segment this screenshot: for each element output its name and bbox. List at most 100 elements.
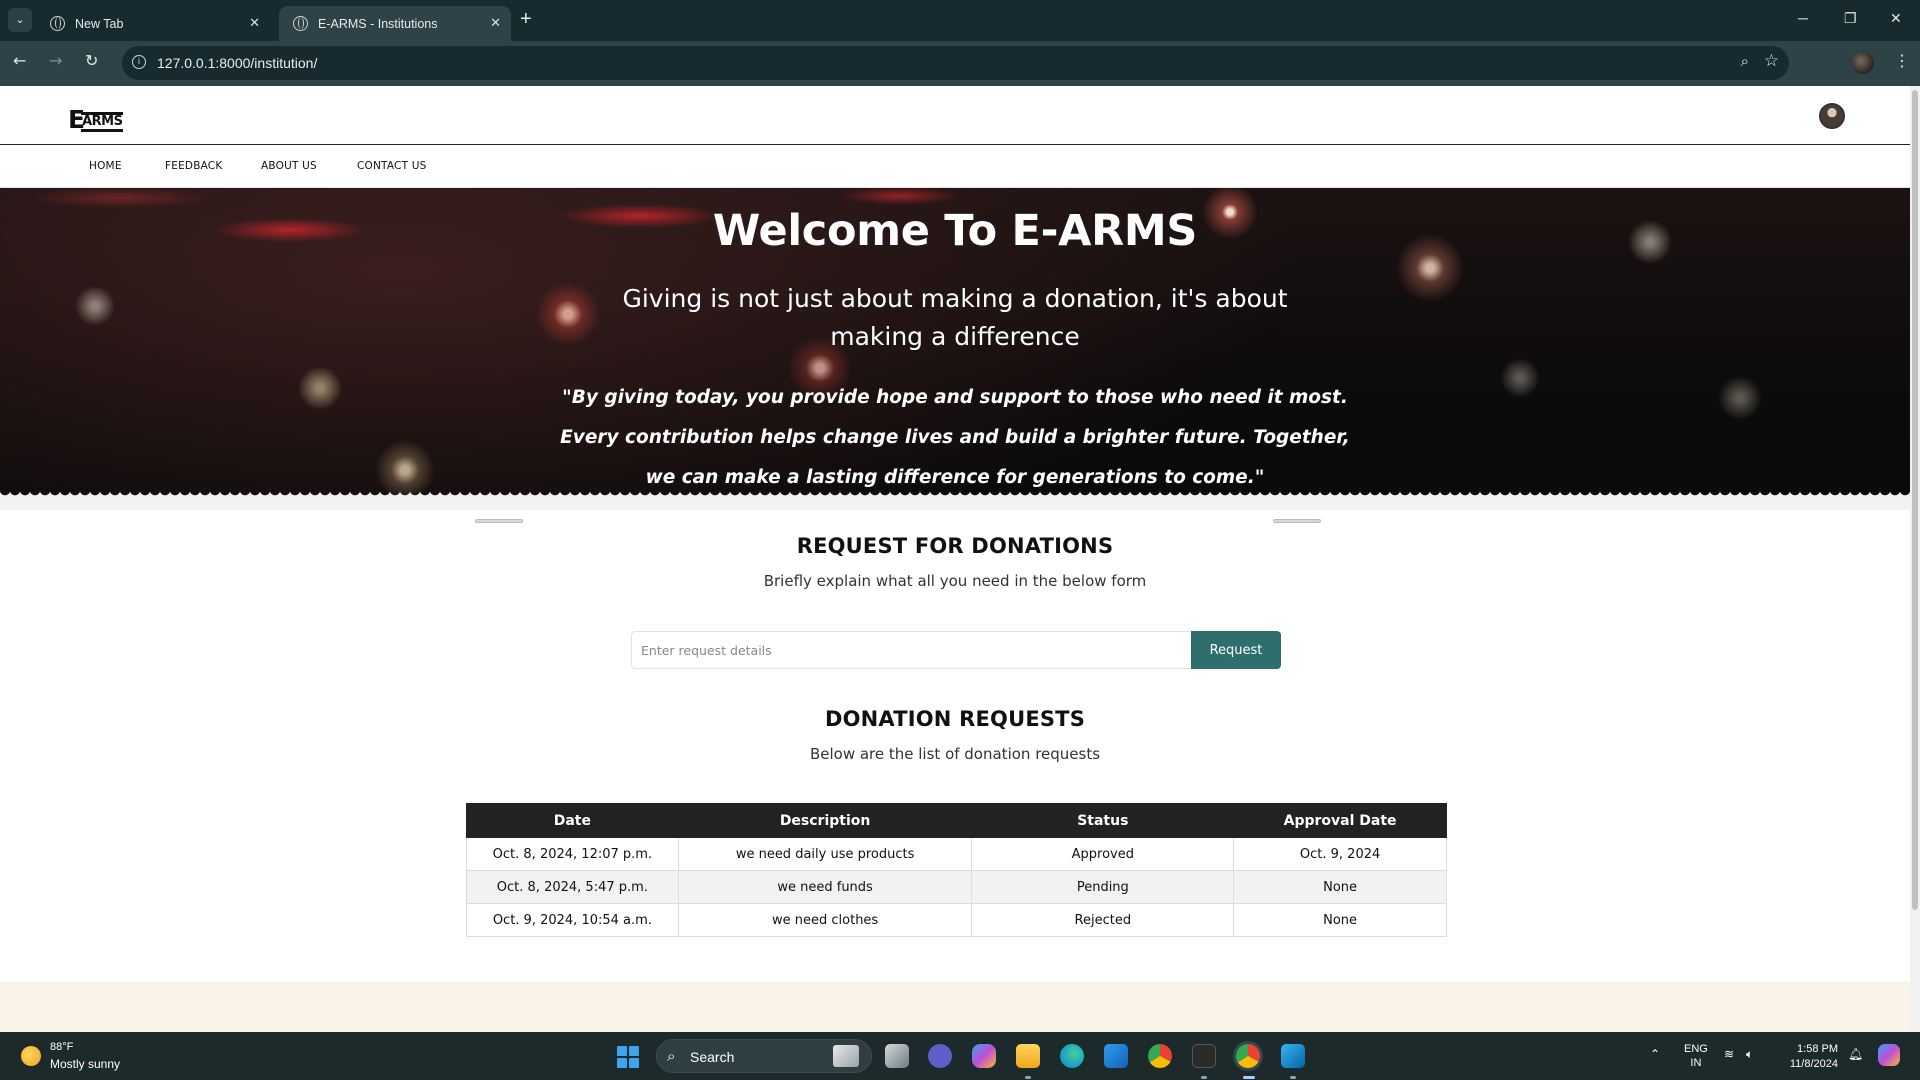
notification-bell-icon[interactable]: 🔔︎ (1848, 1047, 1863, 1061)
language-code: ENG (1684, 1043, 1708, 1055)
hero-quote: "By giving today, you provide hope and s… (560, 387, 1350, 488)
carousel-handle-right (1273, 519, 1321, 523)
table-row: Oct. 9, 2024, 10:54 a.m. we need clothes… (466, 903, 1447, 937)
nav-home[interactable]: HOME (89, 160, 122, 172)
running-indicator (1290, 1076, 1296, 1079)
hero-title: Welcome To E-ARMS (712, 206, 1198, 256)
table-header-row: Date Description Status Approval Date (466, 803, 1447, 838)
url-text[interactable]: 127.0.0.1:8000/institution/ (157, 55, 317, 71)
cell-status: Rejected (971, 903, 1235, 937)
request-details-input[interactable] (631, 631, 1191, 669)
edge-icon[interactable] (1060, 1044, 1084, 1068)
cell-status: Approved (971, 837, 1235, 871)
close-tab-icon[interactable]: ✕ (249, 15, 260, 31)
tab-title: New Tab (75, 16, 124, 31)
cell-description: we need clothes (677, 903, 973, 937)
taskbar-search[interactable]: ⌕ Search (656, 1039, 872, 1073)
cell-status: Pending (971, 870, 1235, 904)
close-window-icon[interactable]: ✕ (1890, 10, 1902, 27)
cell-approval-date: None (1233, 903, 1447, 937)
browser-tab-strip: ⌄ New Tab ✕ E-ARMS - Institutions ✕ + ─ … (0, 0, 1920, 41)
tab-e-arms-institutions[interactable]: E-ARMS - Institutions ✕ (279, 6, 511, 41)
column-header-description: Description (677, 803, 973, 838)
nav-about-us[interactable]: ABOUT US (261, 160, 317, 172)
carousel-handle-left (475, 519, 523, 523)
browser-profile-avatar[interactable] (1852, 52, 1874, 74)
column-header-status: Status (971, 803, 1235, 838)
tab-search-chevron-icon[interactable]: ⌄ (8, 8, 32, 32)
globe-icon (293, 16, 308, 31)
region-code: IN (1690, 1057, 1702, 1069)
table-row: Oct. 8, 2024, 5:47 p.m. we need funds Pe… (466, 870, 1447, 904)
nav-contact-us[interactable]: CONTACT US (357, 160, 426, 172)
clock-date: 11/8/2024 (1789, 1058, 1838, 1070)
back-icon[interactable]: ← (13, 51, 26, 70)
system-clock[interactable]: 1:58 PM 11/8/2024 (1774, 1042, 1838, 1072)
running-indicator (1025, 1076, 1031, 1079)
volume-icon[interactable]: 🔈︎ (1746, 1047, 1753, 1062)
copilot-tray-icon[interactable] (1878, 1044, 1900, 1066)
cell-date: Oct. 9, 2024, 10:54 a.m. (466, 903, 679, 937)
forward-icon[interactable]: → (49, 51, 62, 70)
cell-date: Oct. 8, 2024, 12:07 p.m. (466, 837, 679, 871)
hero-banner: Welcome To E-ARMS Giving is not just abo… (0, 188, 1910, 500)
user-avatar[interactable] (1819, 103, 1845, 129)
task-view-icon[interactable] (885, 1044, 909, 1068)
footer-band (0, 982, 1910, 1032)
vscode-icon[interactable] (1281, 1044, 1305, 1068)
show-hidden-icons-chevron-icon[interactable]: ⌃ (1650, 1047, 1660, 1061)
donation-requests-table: Date Description Status Approval Date Oc… (466, 803, 1447, 937)
reload-icon[interactable]: ↻ (85, 51, 98, 70)
nav-feedback[interactable]: FEEDBACK (165, 160, 222, 172)
new-tab-plus-icon[interactable]: + (520, 8, 532, 31)
requests-section-title: DONATION REQUESTS (824, 707, 1086, 731)
cell-description: we need funds (677, 870, 973, 904)
minimize-icon[interactable]: ─ (1798, 10, 1808, 26)
windows-taskbar: 88°F Mostly sunny ⌕ Search ⌃ ENG IN ≋ 🔈︎… (0, 1032, 1920, 1080)
earms-logo[interactable]: E ARMS (68, 107, 124, 132)
cell-description: we need daily use products (677, 837, 973, 871)
request-button[interactable]: Request (1191, 631, 1281, 669)
hero-subtitle: Giving is not just about making a donati… (622, 284, 1288, 351)
cell-approval-date: Oct. 9, 2024 (1233, 837, 1447, 871)
weather-sun-icon[interactable] (21, 1046, 41, 1066)
tab-new-tab[interactable]: New Tab ✕ (36, 6, 270, 41)
wifi-icon[interactable]: ≋ (1724, 1047, 1734, 1061)
request-section-subtitle: Briefly explain what all you need in the… (763, 572, 1147, 590)
terminal-icon[interactable] (1192, 1044, 1216, 1068)
teams-meet-icon[interactable] (928, 1044, 952, 1068)
chrome-profile-icon[interactable] (1236, 1044, 1260, 1068)
running-indicator (1201, 1076, 1207, 1079)
language-indicator[interactable]: ENG IN (1684, 1042, 1708, 1070)
microsoft-store-icon[interactable] (1104, 1044, 1128, 1068)
address-bar[interactable]: i 127.0.0.1:8000/institution/ ⌕ ☆ (122, 46, 1789, 80)
requests-section-subtitle: Below are the list of donation requests (809, 745, 1101, 763)
bookmark-star-icon[interactable]: ☆ (1764, 51, 1779, 71)
hero-divider (0, 500, 1910, 510)
request-section-title: REQUEST FOR DONATIONS (796, 534, 1114, 558)
search-label: Search (690, 1049, 735, 1065)
cell-date: Oct. 8, 2024, 5:47 p.m. (466, 870, 679, 904)
cell-approval-date: None (1233, 870, 1447, 904)
active-indicator (1243, 1076, 1255, 1079)
close-tab-icon[interactable]: ✕ (490, 15, 501, 31)
browser-menu-icon[interactable]: ⋮ (1894, 51, 1910, 70)
site-nav: HOME FEEDBACK ABOUT US CONTACT US (0, 145, 1910, 188)
zoom-icon[interactable]: ⌕ (1741, 52, 1749, 70)
column-header-date: Date (466, 803, 679, 838)
site-info-icon[interactable]: i (132, 55, 146, 69)
page-scrollbar-thumb[interactable] (1912, 90, 1918, 910)
table-row: Oct. 8, 2024, 12:07 p.m. we need daily u… (466, 837, 1447, 871)
weather-description[interactable]: Mostly sunny (50, 1057, 120, 1071)
chrome-icon[interactable] (1148, 1044, 1172, 1068)
weather-temperature[interactable]: 88°F (50, 1041, 73, 1053)
tab-title: E-ARMS - Institutions (318, 16, 438, 31)
start-windows-icon[interactable] (617, 1046, 639, 1068)
column-header-approval-date: Approval Date (1233, 803, 1447, 838)
copilot-icon[interactable] (972, 1044, 996, 1068)
chrome-icon (50, 16, 65, 31)
restore-icon[interactable]: ❐ (1844, 10, 1857, 27)
file-explorer-icon[interactable] (1016, 1044, 1040, 1068)
clock-time: 1:58 PM (1797, 1043, 1838, 1055)
browser-toolbar: ← → ↻ i 127.0.0.1:8000/institution/ ⌕ ☆ … (0, 41, 1920, 86)
